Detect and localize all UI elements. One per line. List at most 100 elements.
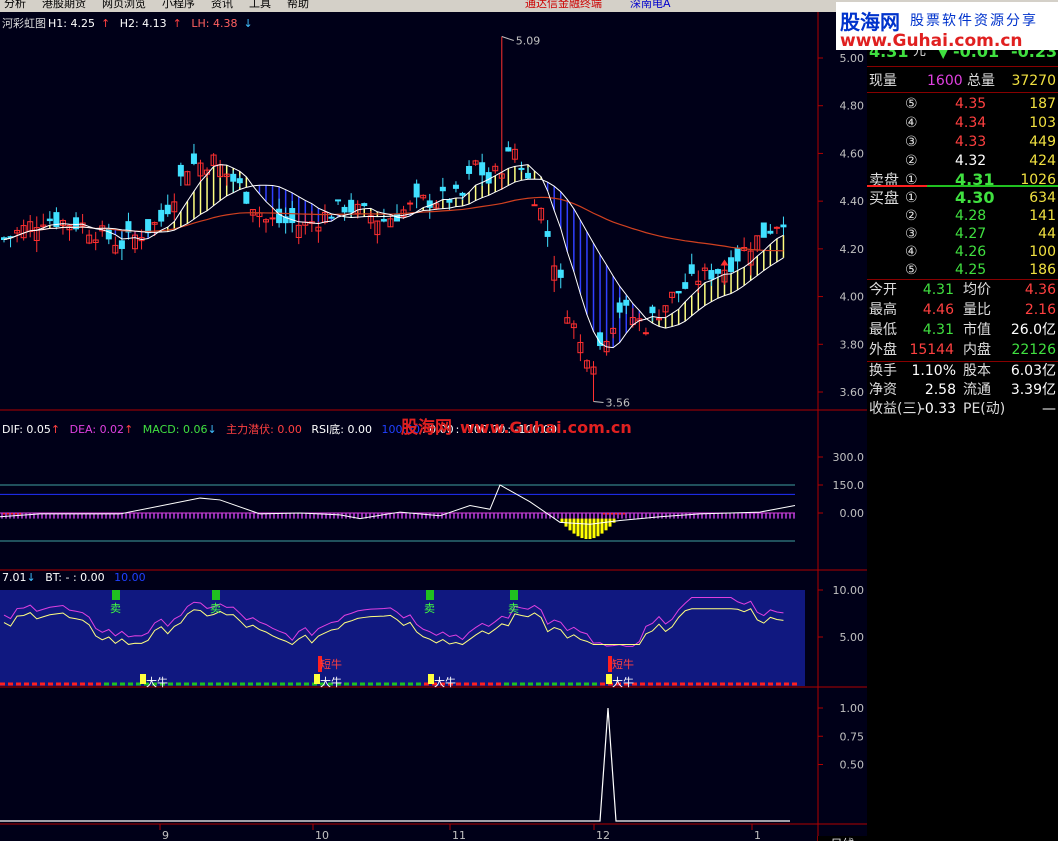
arrow-down-icon: ↓ <box>207 423 217 436</box>
lh-value: LH: 4.38 <box>191 17 238 30</box>
ask-row[interactable]: ③ 4.33 449 <box>867 132 1058 152</box>
menu-item-tools[interactable]: 工具 <box>241 0 279 9</box>
ask-price: 4.31 <box>955 170 995 189</box>
ask-price: 4.33 <box>955 134 987 150</box>
price-change: -0.01 <box>953 50 1000 61</box>
ask-row[interactable]: ② 4.32 424 <box>867 151 1058 171</box>
menu-item-web[interactable]: 网页浏览 <box>94 0 154 9</box>
watermark-url: www.Guhai.com.cn <box>460 418 632 437</box>
bottom-tick-label: 0.75 <box>840 730 865 743</box>
menu-item-hk-futures[interactable]: 港股期货 <box>34 0 94 9</box>
bid-row[interactable]: ③ 4.27 44 <box>867 224 1058 244</box>
candle-body <box>623 299 630 306</box>
sell-label: 卖盘 <box>869 171 900 189</box>
candle-body <box>236 178 243 184</box>
candle-body <box>505 147 512 152</box>
ask-row[interactable]: ④ 4.34 103 <box>867 113 1058 133</box>
ask-level: ④ <box>905 115 918 131</box>
stat-label: 股本 <box>963 363 991 379</box>
stat-row: 换手 1.10% 股本 6.03亿 <box>867 361 1058 381</box>
candle-body <box>649 306 656 314</box>
h2-value: H2: 4.13 <box>119 17 167 30</box>
candle-body <box>544 231 551 237</box>
price-change-pct: -0.23 <box>1011 50 1058 61</box>
price-tick-label: 4.00 <box>840 291 865 304</box>
arrow-down-icon: ↓ <box>26 571 36 584</box>
candle-body <box>688 264 695 274</box>
stat-label: 均价 <box>963 282 991 298</box>
short-bull-label: 短牛 <box>612 657 634 671</box>
stat-value: — <box>1042 401 1056 417</box>
bid-price: 4.30 <box>955 188 995 207</box>
stat-value: 4.31 <box>922 282 954 298</box>
price-tick-label: 4.40 <box>840 195 865 208</box>
stat-value: 3.39亿 <box>1010 382 1056 398</box>
candle-body <box>361 203 368 207</box>
stat-value: -0.33 <box>919 401 956 417</box>
big-bull-label: 大牛 <box>434 675 456 689</box>
candle-body <box>459 192 466 196</box>
macd-tick-label: 150.0 <box>833 479 865 492</box>
candle-body <box>46 218 53 222</box>
bottom-tick-label: 1.00 <box>840 702 865 715</box>
bottom-tick-label: 0.50 <box>840 759 865 772</box>
bid-row[interactable]: ④ 4.26 100 <box>867 242 1058 262</box>
bt-v: 7.01 <box>2 571 27 584</box>
candle-body <box>177 164 184 177</box>
candle-body <box>525 172 531 179</box>
price-change-icon: ▼ <box>937 50 950 61</box>
ask-volume: 1026 <box>1020 172 1056 188</box>
bid-row[interactable]: ② 4.28 141 <box>867 206 1058 226</box>
candle-body <box>439 186 446 192</box>
candle-body <box>190 153 197 164</box>
price-tick-label: 3.60 <box>840 386 865 399</box>
big-bull-label: 大牛 <box>612 675 634 689</box>
candle-body <box>407 202 414 205</box>
stat-value: 2.58 <box>924 382 956 398</box>
stat-value: 26.0亿 <box>1010 322 1056 338</box>
vol-total-label: 总量 <box>967 73 995 89</box>
watermark-brand: 股海网 <box>401 418 452 438</box>
menu-item-help[interactable]: 帮助 <box>279 0 317 9</box>
ask-price: 4.32 <box>955 153 987 169</box>
watermark-mid: 股海网 www.Guhai.com.cn <box>401 413 632 438</box>
price-row: 4.31 元 ▼ -0.01 -0.23 <box>867 50 1058 62</box>
sell-label: 卖 <box>508 602 519 615</box>
bid-volume: 186 <box>1029 262 1056 278</box>
bid-row[interactable]: 买盘 ① 4.30 634 <box>867 188 1058 208</box>
divider <box>867 66 1058 67</box>
stat-label: 流通 <box>963 382 991 398</box>
stock-title: 深南电A <box>630 0 671 10</box>
high-label: 5.09 <box>516 35 541 48</box>
menu-item-analysis[interactable]: 分析 <box>0 0 34 9</box>
stat-value: 22126 <box>1011 342 1056 358</box>
candle-body <box>335 199 342 202</box>
candle-body <box>675 290 682 294</box>
chart-area[interactable]: 5.00 4.80 4.60 4.40 4.20 4.00 3.80 3.60 5.09 3.56… <box>0 12 867 841</box>
candle-body <box>518 167 525 170</box>
date-label: 11 <box>452 829 466 841</box>
ask-volume: 449 <box>1029 134 1056 150</box>
bid-row[interactable]: ⑤ 4.25 186 <box>867 260 1058 280</box>
vol-now-label: 现量 <box>869 73 897 89</box>
stat-label: 量比 <box>963 302 991 318</box>
arrow-down-icon: ↓ <box>243 17 253 30</box>
menu-item-miniapp[interactable]: 小程序 <box>154 0 203 9</box>
h1-value: H1: 4.25 <box>48 17 95 30</box>
candle-body <box>760 222 767 238</box>
price-tick-label: 3.80 <box>840 338 865 351</box>
tab-daily[interactable]: 日线 <box>817 836 867 841</box>
bid-level: ⑤ <box>905 262 918 278</box>
bt-tick-label: 10.00 <box>833 584 865 597</box>
quote-panel: 4.31 元 ▼ -0.01 -0.23 现量 1600 总量 37270 ⑤ … <box>867 50 1058 841</box>
stat-value: 1.10% <box>911 363 956 379</box>
stat-row: 净资 2.58 流通 3.39亿 <box>867 380 1058 400</box>
price-tick-label: 4.80 <box>840 100 865 113</box>
candle-body <box>780 224 787 228</box>
ask-row[interactable]: 卖盘 ① 4.31 1026 <box>867 170 1058 190</box>
sell-label: 卖 <box>110 602 121 615</box>
arrow-up-icon: ↑ <box>50 423 61 436</box>
ask-row[interactable]: ⑤ 4.35 187 <box>867 94 1058 114</box>
menu-item-news[interactable]: 资讯 <box>203 0 241 9</box>
candle-body <box>531 204 538 207</box>
